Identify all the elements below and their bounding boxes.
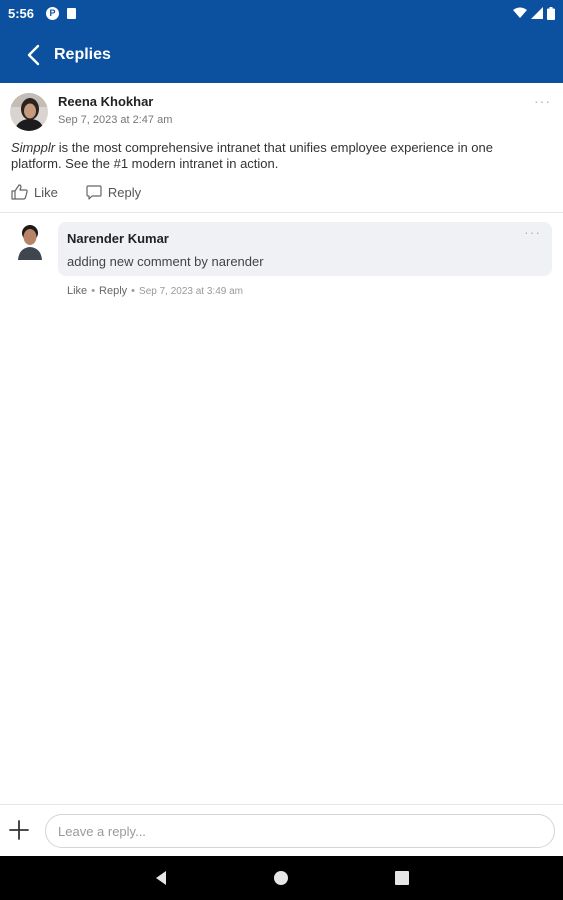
- chevron-left-icon: [27, 44, 40, 65]
- signal-icon: [531, 7, 543, 19]
- comment-reply-button[interactable]: Reply: [99, 285, 127, 297]
- wifi-icon: [513, 7, 527, 18]
- comment-timestamp: Sep 7, 2023 at 3:49 am: [139, 285, 243, 297]
- reply-button[interactable]: Reply: [86, 184, 141, 200]
- post-more-options-button[interactable]: ···: [534, 93, 551, 109]
- original-post: Reena Khokhar Sep 7, 2023 at 2:47 am ···…: [0, 83, 563, 213]
- status-bar: 5:56 P: [0, 0, 563, 26]
- app-bar: Replies: [0, 26, 563, 83]
- thumbs-up-icon: [11, 184, 28, 200]
- separator: •: [91, 285, 96, 297]
- comment-author[interactable]: Narender Kumar: [67, 231, 169, 246]
- nav-home-icon[interactable]: [272, 869, 290, 887]
- reply-label: Reply: [107, 184, 142, 200]
- avatar[interactable]: [10, 93, 48, 131]
- app-notification-icon: P: [46, 6, 60, 20]
- comment-like-button[interactable]: Like: [67, 285, 87, 297]
- comment-avatar[interactable]: [16, 223, 44, 260]
- post-actions: Like Reply: [11, 184, 141, 200]
- battery-icon: [547, 6, 555, 20]
- sd-card-icon: [67, 7, 77, 19]
- comment-text: adding new comment by narender: [67, 254, 264, 269]
- nav-back-icon[interactable]: [152, 869, 170, 887]
- page-title: Replies: [54, 45, 111, 63]
- separator: •: [131, 285, 136, 297]
- replies-screen: 5:56 P Replies Reena Khokhar Sep 7, 2023…: [0, 0, 563, 900]
- post-timestamp: Sep 7, 2023 at 2:47 am: [58, 114, 173, 126]
- add-attachment-button[interactable]: [8, 819, 30, 841]
- reply-bar: [0, 804, 563, 856]
- system-nav-bar: [0, 856, 563, 900]
- back-button[interactable]: [8, 26, 58, 83]
- like-label: Like: [34, 184, 58, 200]
- post-body: Simpplr is the most comprehensive intran…: [11, 140, 546, 172]
- plus-icon: [9, 820, 29, 840]
- reply-input[interactable]: [45, 814, 555, 848]
- like-button[interactable]: Like: [11, 184, 58, 200]
- post-brand-text: Simpplr: [11, 140, 56, 155]
- nav-recents-icon[interactable]: [393, 869, 411, 887]
- comment-icon: [86, 184, 102, 200]
- post-body-text: is the most comprehensive intranet that …: [11, 140, 493, 171]
- post-author[interactable]: Reena Khokhar: [58, 94, 153, 109]
- comment-bubble: Narender Kumar adding new comment by nar…: [58, 222, 552, 276]
- status-time: 5:56: [8, 5, 35, 21]
- comment-meta: Like • Reply • Sep 7, 2023 at 3:49 am: [67, 285, 243, 297]
- comment-more-options-button[interactable]: ···: [524, 224, 541, 240]
